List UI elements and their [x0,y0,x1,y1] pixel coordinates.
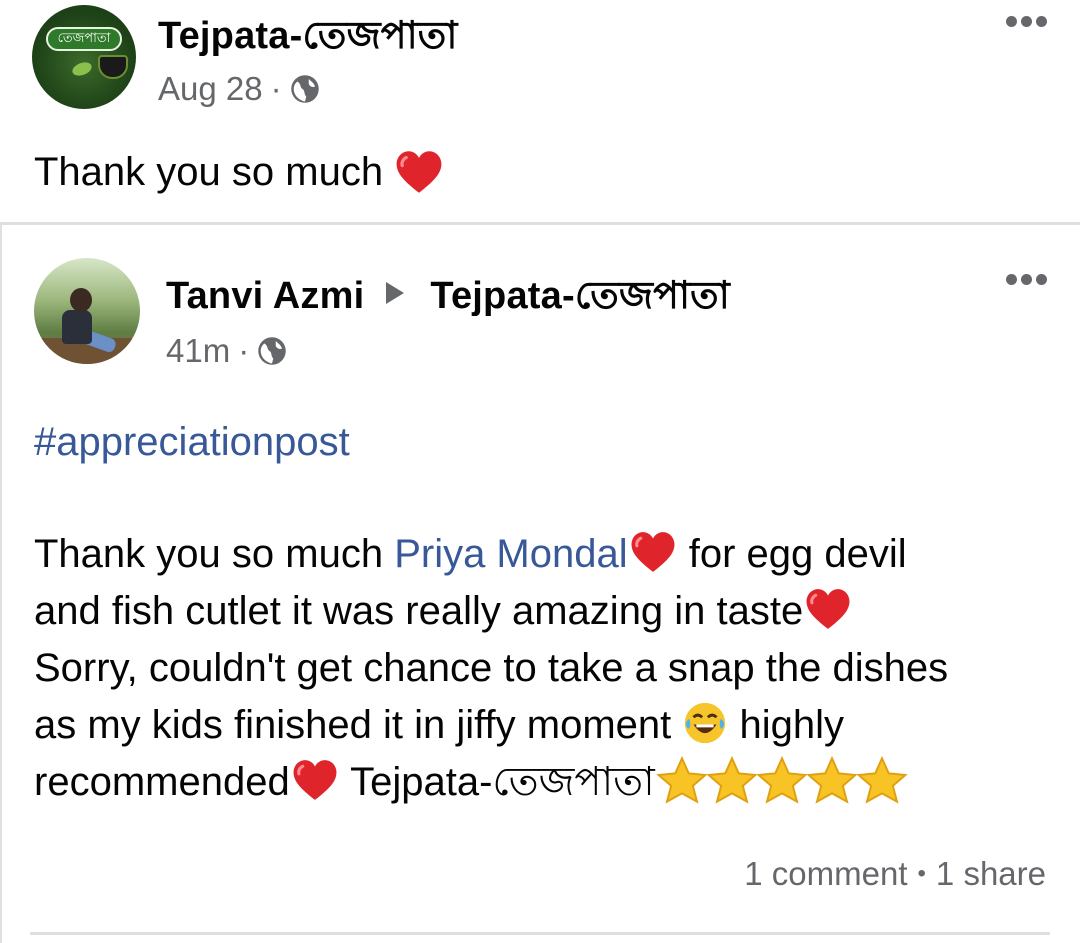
shared-post-header: Tanvi Azmi Tejpata-তেজপাতা [166,266,730,330]
globe-icon[interactable] [257,336,287,366]
shared-post-body: Thank you so much Priya Mondal for egg d… [34,526,1054,811]
body-text: highly [728,703,845,747]
star-icon [856,755,908,804]
shared-author-name[interactable]: Tanvi Azmi [166,275,364,317]
body-text: recommended [34,760,290,804]
star-icon [756,755,808,804]
body-text: and fish cutlet it was really amazing in… [34,589,804,633]
shared-post-meta: 41m · [166,332,287,370]
body-line: and fish cutlet it was really amazing in… [34,583,1054,640]
outer-post-meta: Aug 28 · [158,70,320,108]
meta-separator: · [270,70,282,107]
pot-icon [98,55,128,79]
post-time[interactable]: 41m [166,332,230,370]
mention-link[interactable]: Priya Mondal [394,532,627,576]
post-date[interactable]: Aug 28 [158,70,263,108]
body-line: Thank you so much Priya Mondal for egg d… [34,526,1054,583]
hashtag-link[interactable]: #appreciationpost [34,420,350,465]
body-line: as my kids finished it in jiffy moment h… [34,697,1054,754]
body-line: Sorry, couldn't get chance to take a sna… [34,640,1054,697]
star-rating [655,755,908,804]
target-page-name[interactable]: Tejpata-তেজপাতা [430,275,730,317]
outer-post-text: Thank you so much [34,148,445,196]
outer-author-name[interactable]: Tejpata-তেজপাতা [158,6,458,70]
meta-separator: · [238,332,250,369]
body-text: for egg devil [677,532,907,576]
card-bottom-border [30,932,1050,935]
page-avatar[interactable]: তেজপাতা [32,5,136,109]
share-count-link[interactable]: 1 share [936,855,1046,893]
more-options-icon[interactable] [1006,16,1047,27]
star-icon [656,755,708,804]
globe-icon[interactable] [290,74,320,104]
red-heart-icon [806,589,850,629]
red-heart-icon [631,532,675,572]
comment-count-link[interactable]: 1 comment [744,855,907,893]
body-line: recommended Tejpata-তেজপাতা [34,754,1054,811]
post-stats: 1 comment • 1 share [744,855,1046,893]
laughing-tears-icon [685,702,726,744]
outer-post-header: তেজপাতা Tejpata-তেজপাতা Aug 28 · [0,0,1080,120]
body-text: Thank you so much [34,532,395,576]
body-text: Tejpata-তেজপাতা [339,760,655,804]
user-avatar[interactable] [34,258,140,364]
avatar-logo-text: তেজপাতা [46,27,122,51]
star-icon [706,755,758,804]
more-options-icon[interactable] [1006,274,1047,285]
star-icon [806,755,858,804]
body-text: Sorry, couldn't get chance to take a sna… [34,646,949,690]
leaf-icon [70,59,94,79]
red-heart-icon [293,760,337,800]
body-text: as my kids finished it in jiffy moment [34,703,683,747]
stats-separator: • [917,860,926,887]
arrow-right-icon [386,282,405,304]
red-heart-icon [396,151,442,193]
outer-post-message: Thank you so much [34,149,384,194]
